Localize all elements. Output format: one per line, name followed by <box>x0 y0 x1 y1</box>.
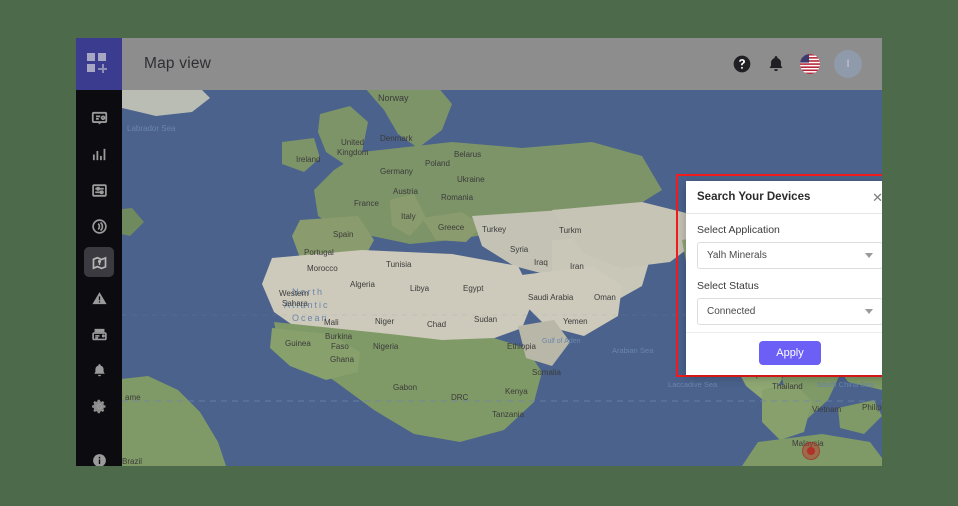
server-stack-icon <box>84 319 114 349</box>
sidebar-item-devices[interactable] <box>76 316 122 352</box>
sidebar-item-map-view[interactable] <box>76 244 122 280</box>
dialog-body: Select Application Yalh Minerals Select … <box>686 214 882 332</box>
dialog-footer: Apply <box>686 332 882 375</box>
sidebar-item-alerts[interactable] <box>76 280 122 316</box>
sidebar-item-info[interactable] <box>76 442 122 466</box>
question-circle-icon[interactable] <box>732 54 752 74</box>
us-flag-icon[interactable] <box>800 54 820 74</box>
avatar[interactable]: I <box>834 50 862 78</box>
sidebar-item-analytics[interactable] <box>76 136 122 172</box>
select-application-label: Select Application <box>697 224 780 236</box>
gear-icon <box>84 391 114 421</box>
presentation-chart-icon <box>84 103 114 133</box>
app-logo[interactable] <box>76 38 122 90</box>
sidebar-item-notifications[interactable] <box>76 352 122 388</box>
sidebar-nav-list <box>76 90 122 466</box>
select-status-label: Select Status <box>697 280 759 292</box>
close-icon[interactable]: ✕ <box>872 191 882 204</box>
sidebar-item-configuration[interactable] <box>76 172 122 208</box>
signal-wave-icon <box>84 211 114 241</box>
sidebar-item-overview[interactable] <box>76 100 122 136</box>
app-header: Map view I <box>122 38 882 90</box>
info-circle-icon <box>84 445 114 466</box>
select-status-value: Connected <box>707 306 756 317</box>
chevron-down-icon <box>865 253 873 258</box>
logo-grid-icon <box>87 53 111 75</box>
dialog-header: Search Your Devices ✕ <box>686 181 882 214</box>
select-application-dropdown[interactable]: Yalh Minerals <box>697 242 882 269</box>
bar-chart-icon <box>84 139 114 169</box>
sliders-list-icon <box>84 175 114 205</box>
bell-icon <box>84 355 114 385</box>
map-marker-india[interactable] <box>802 442 820 460</box>
sidebar-item-connectivity[interactable] <box>76 208 122 244</box>
page-title: Map view <box>144 55 212 72</box>
search-devices-dialog: Search Your Devices ✕ Select Application… <box>686 181 882 375</box>
select-application-value: Yalh Minerals <box>707 250 767 261</box>
apply-button[interactable]: Apply <box>759 341 821 365</box>
sidebar-item-settings[interactable] <box>76 388 122 424</box>
map-pin-icon <box>84 247 114 277</box>
warning-triangle-icon <box>84 283 114 313</box>
sidebar <box>76 38 122 466</box>
dialog-title: Search Your Devices <box>697 191 811 203</box>
select-status-dropdown[interactable]: Connected <box>697 298 882 325</box>
chevron-down-icon <box>865 309 873 314</box>
bell-icon[interactable] <box>766 54 786 74</box>
header-actions: I <box>732 50 862 78</box>
app-window: Map view I Labrador Sea Norway Denmark I… <box>76 38 882 466</box>
